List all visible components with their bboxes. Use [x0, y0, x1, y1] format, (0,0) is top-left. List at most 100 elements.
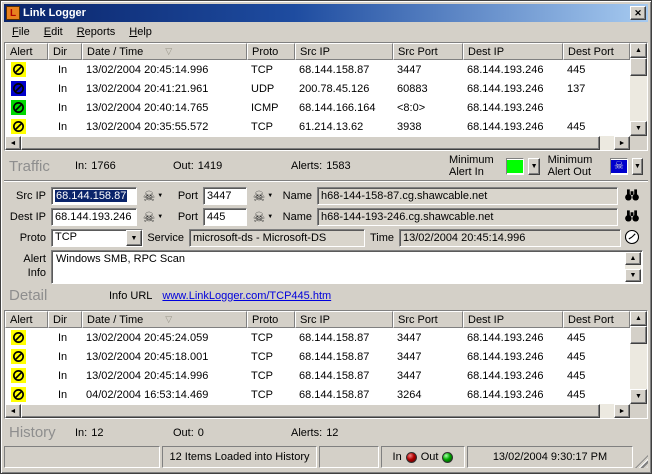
column-header-dir[interactable]: Dir: [48, 311, 82, 328]
resize-grip[interactable]: [635, 455, 648, 468]
proto-dropdown-button[interactable]: ▼: [126, 230, 142, 246]
column-header-datetime[interactable]: Date / Time ▽: [82, 43, 247, 60]
time-field[interactable]: 13/02/2004 20:45:14.996: [399, 229, 621, 247]
scroll-left-button[interactable]: ◄: [5, 136, 21, 150]
src-name-label: Name: [282, 189, 312, 202]
scroll-down-button[interactable]: ▼: [625, 269, 641, 282]
vertical-scrollbar[interactable]: ▲ ▼: [630, 311, 647, 404]
min-alert-out-dropdown[interactable]: ☠: [609, 157, 628, 175]
title-bar[interactable]: L Link Logger ✕: [4, 4, 648, 22]
column-header-proto[interactable]: Proto: [247, 43, 295, 60]
scrollbar-track[interactable]: [600, 136, 614, 150]
destport-cell: 445: [567, 120, 586, 133]
menu-help[interactable]: Help: [122, 23, 159, 41]
column-header-destip[interactable]: Dest IP: [463, 43, 563, 60]
column-header-srcip[interactable]: Src IP: [295, 311, 393, 328]
chevron-down-icon: ▼: [634, 162, 641, 170]
column-header-srcport[interactable]: Src Port: [393, 311, 463, 328]
column-header-srcport[interactable]: Src Port: [393, 43, 463, 60]
vertical-scrollbar[interactable]: ▲ ▼: [630, 43, 647, 136]
column-header-alert[interactable]: Alert: [5, 311, 48, 328]
scrollbar-track[interactable]: [630, 76, 647, 121]
dest-port-label: Port: [177, 210, 198, 223]
scroll-up-button[interactable]: ▲: [625, 252, 641, 265]
menu-file[interactable]: File: [5, 23, 37, 41]
history-table-header: Alert Dir Date / Time ▽ Proto Src IP Src…: [5, 311, 630, 328]
alert-info-field[interactable]: Windows SMB, RPC Scan ▲ ▼: [51, 250, 643, 284]
close-button[interactable]: ✕: [630, 6, 646, 20]
table-row[interactable]: In 04/02/2004 16:53:14.469 TCP 68.144.15…: [5, 385, 630, 404]
proto-cell: TCP: [251, 331, 273, 344]
srcip-cell: 68.144.158.87: [299, 388, 370, 401]
src-ip-alert-dropdown[interactable]: ☠ ▼: [137, 189, 169, 203]
scrollbar-thumb[interactable]: [21, 136, 600, 150]
datetime-cell: 13/02/2004 20:45:14.996: [86, 63, 209, 76]
chevron-down-icon: ▼: [267, 192, 274, 199]
table-row[interactable]: In 13/02/2004 20:45:14.996 TCP 68.144.15…: [5, 366, 630, 385]
scrollbar-thumb[interactable]: [630, 58, 647, 76]
proto-cell: UDP: [251, 82, 275, 95]
scroll-up-button[interactable]: ▲: [630, 43, 647, 58]
alert-info-scrollbar[interactable]: ▲ ▼: [625, 252, 641, 282]
src-port-alert-dropdown[interactable]: ☠ ▼: [247, 189, 279, 203]
scroll-left-button[interactable]: ◄: [5, 404, 21, 418]
table-row[interactable]: In 13/02/2004 20:40:14.765 ICMP 68.144.1…: [5, 98, 630, 117]
column-header-proto[interactable]: Proto: [247, 311, 295, 328]
horizontal-scrollbar[interactable]: ◄ ►: [5, 136, 630, 150]
scrollbar-track[interactable]: [600, 404, 614, 418]
table-row[interactable]: In 13/02/2004 20:41:21.961 UDP 200.78.45…: [5, 79, 630, 98]
dest-ip-alert-dropdown[interactable]: ☠ ▼: [137, 210, 169, 224]
column-header-srcip[interactable]: Src IP: [295, 43, 393, 60]
min-alert-in-dropdown[interactable]: [506, 157, 525, 175]
column-header-alert[interactable]: Alert: [5, 43, 48, 60]
table-row[interactable]: In 13/02/2004 20:45:14.996 TCP 68.144.15…: [5, 60, 630, 79]
column-header-destport[interactable]: Dest Port: [563, 311, 630, 328]
scroll-down-icon: ▼: [629, 272, 637, 279]
status-message: 12 Items Loaded into History: [162, 446, 317, 468]
dest-name-field[interactable]: h68-144-193-246.cg.shawcable.net: [317, 207, 618, 226]
column-header-dir[interactable]: Dir: [48, 43, 82, 60]
dest-name-lookup-button[interactable]: [621, 209, 643, 225]
history-alerts-count: 12: [326, 426, 339, 439]
column-header-datetime[interactable]: Date / Time ▽: [82, 311, 247, 328]
src-name-lookup-button[interactable]: [621, 188, 643, 204]
srcip-cell: 68.144.158.87: [299, 369, 370, 382]
table-row[interactable]: In 13/02/2004 20:45:18.001 TCP 68.144.15…: [5, 347, 630, 366]
skull-icon: ☠: [142, 208, 156, 225]
binoculars-icon: [624, 209, 640, 225]
scrollbar-thumb[interactable]: [21, 404, 600, 418]
column-header-destport[interactable]: Dest Port: [563, 43, 630, 60]
scroll-down-button[interactable]: ▼: [630, 389, 647, 404]
time-lookup-button[interactable]: [621, 229, 643, 248]
dest-ip-field[interactable]: 68.144.193.246: [51, 207, 137, 226]
dest-port-alert-dropdown[interactable]: ☠ ▼: [247, 210, 279, 224]
horizontal-scrollbar[interactable]: ◄ ►: [5, 404, 630, 418]
dest-port-field[interactable]: 445: [203, 207, 247, 226]
src-port-field[interactable]: 3447: [203, 186, 247, 205]
menu-edit[interactable]: Edit: [37, 23, 70, 41]
proto-cell: TCP: [251, 120, 273, 133]
info-url-link[interactable]: www.LinkLogger.com/TCP445.htm: [162, 290, 331, 302]
scroll-up-button[interactable]: ▲: [630, 311, 647, 326]
scroll-left-icon: ◄: [9, 407, 17, 415]
service-field[interactable]: microsoft-ds - Microsoft-DS: [189, 229, 365, 247]
scrollbar-track[interactable]: [630, 344, 647, 389]
scroll-right-button[interactable]: ►: [614, 404, 630, 418]
detail-section-label: Detail: [9, 287, 48, 304]
scrollbar-thumb[interactable]: [630, 326, 647, 344]
scroll-right-button[interactable]: ►: [614, 136, 630, 150]
datetime-cell: 13/02/2004 20:45:14.996: [86, 369, 209, 382]
min-alert-in-dropdown-button[interactable]: ▼: [528, 157, 540, 175]
min-alert-out-dropdown-button[interactable]: ▼: [631, 157, 643, 175]
src-ip-field[interactable]: 68.144.158.87: [51, 186, 137, 205]
alert-cell: [5, 117, 48, 136]
column-header-destip[interactable]: Dest IP: [463, 311, 563, 328]
proto-select[interactable]: TCP ▼: [51, 229, 143, 247]
traffic-in-label: In:: [75, 160, 88, 172]
table-row[interactable]: In 13/02/2004 20:45:24.059 TCP 68.144.15…: [5, 328, 630, 347]
src-name-field[interactable]: h68-144-158-87.cg.shawcable.net: [317, 186, 618, 205]
table-row[interactable]: In 13/02/2004 20:35:55.572 TCP 61.214.13…: [5, 117, 630, 136]
scroll-down-button[interactable]: ▼: [630, 121, 647, 136]
menu-reports[interactable]: Reports: [70, 23, 123, 41]
column-header-datetime-label: Date / Time: [87, 45, 144, 58]
